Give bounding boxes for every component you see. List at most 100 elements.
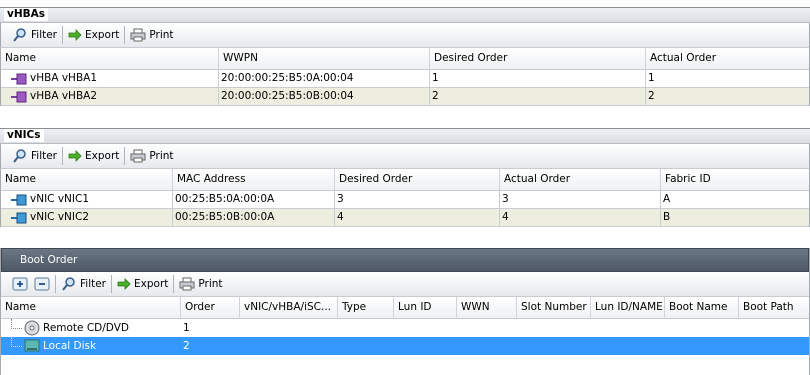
vnic-mac-address: 00:25:B5:0B:00:0A [173, 209, 335, 226]
boot-item-name: Remote CD/DVD [43, 322, 129, 334]
vnics-filter-button[interactable]: Filter [9, 146, 60, 166]
toolbar-separator [111, 275, 113, 293]
column-header-boot-path[interactable]: Boot Path [739, 297, 809, 318]
boot-order-panel: Boot Order Filter Export Print Name Orde… [0, 248, 810, 375]
boot-order-toolbar: Filter Export Print [1, 272, 809, 297]
vnic-icon [11, 212, 27, 223]
column-header-fabric-id[interactable]: Fabric ID [661, 169, 809, 190]
vhbas-filter-button[interactable]: Filter [9, 25, 60, 45]
boot-filter-label: Filter [80, 278, 107, 290]
table-row[interactable]: vNIC vNIC1 00:25:B5:0A:00:0A 3 3 A [1, 191, 809, 209]
column-header-slot-number[interactable]: Slot Number [517, 297, 591, 318]
column-header-type[interactable]: Type [338, 297, 394, 318]
boot-order-header: Boot Order [1, 248, 809, 272]
tree-connector [11, 319, 22, 329]
vnics-print-button[interactable]: Print [127, 146, 176, 166]
boot-print-label: Print [198, 278, 223, 290]
vhba-icon [11, 91, 27, 102]
tree-connector [11, 337, 22, 347]
vnic-fabric-id: A [663, 193, 671, 205]
column-header-vnic-vhba-iscsi[interactable]: vNIC/vHBA/iSC... [240, 297, 338, 318]
column-header-wwpn[interactable]: WWPN [219, 48, 430, 69]
vnic-actual-order: 3 [500, 191, 661, 208]
vhba-desired-order: 1 [430, 70, 646, 87]
vhba-actual-order: 2 [648, 90, 655, 102]
vnic-fabric-id: B [663, 211, 671, 223]
vnics-section-title: vNICs [4, 129, 44, 142]
column-header-wwn[interactable]: WWN [457, 297, 517, 318]
vhba-name: vHBA vHBA2 [30, 90, 98, 102]
toolbar-separator [173, 275, 175, 293]
minus-icon [34, 277, 50, 291]
column-header-mac-address[interactable]: MAC Address [173, 169, 335, 190]
vnics-export-label: Export [85, 150, 120, 162]
filter-icon [13, 149, 26, 163]
vhbas-table-header: Name WWPN Desired Order Actual Order [1, 48, 809, 70]
boot-print-button[interactable]: Print [176, 274, 225, 294]
boot-filter-button[interactable]: Filter [58, 274, 109, 294]
boot-order-row-selected[interactable]: Local Disk 2 [1, 337, 809, 355]
boot-item-order: 2 [183, 340, 190, 352]
remove-button[interactable] [31, 274, 53, 294]
vhba-icon [11, 73, 27, 84]
column-header-actual-order[interactable]: Actual Order [646, 48, 809, 69]
table-row[interactable]: vHBA vHBA2 20:00:00:25:B5:0B:00:04 2 2 [1, 88, 809, 106]
column-header-boot-name[interactable]: Boot Name [665, 297, 739, 318]
vhba-desired-order: 2 [430, 88, 646, 105]
toolbar-separator [124, 26, 126, 44]
vhbas-export-button[interactable]: Export [65, 25, 122, 45]
disk-icon [24, 339, 40, 352]
toolbar-separator [62, 147, 64, 165]
column-header-lun-id[interactable]: Lun ID [394, 297, 457, 318]
vnics-section-header: vNICs [0, 128, 810, 144]
vnic-name: vNIC vNIC2 [30, 211, 90, 223]
boot-export-label: Export [134, 278, 169, 290]
vnics-export-button[interactable]: Export [65, 146, 122, 166]
boot-order-table-header: Name Order vNIC/vHBA/iSC... Type Lun ID … [1, 297, 809, 319]
column-header-desired-order[interactable]: Desired Order [335, 169, 500, 190]
vnics-toolbar: Filter Export Print [0, 144, 810, 169]
filter-icon [62, 277, 75, 291]
printer-icon [130, 149, 146, 163]
vhbas-section-title: vHBAs [4, 8, 49, 21]
vnic-icon [11, 194, 27, 205]
column-header-desired-order[interactable]: Desired Order [430, 48, 646, 69]
vnic-name: vNIC vNIC1 [30, 193, 90, 205]
table-row[interactable]: vNIC vNIC2 00:25:B5:0B:00:0A 4 4 B [1, 209, 809, 227]
vhba-wwpn: 20:00:00:25:B5:0A:00:04 [219, 70, 430, 87]
vnics-filter-label: Filter [31, 150, 58, 162]
column-header-actual-order[interactable]: Actual Order [500, 169, 661, 190]
vhba-actual-order: 1 [648, 72, 655, 84]
vhbas-table: Name WWPN Desired Order Actual Order vHB… [0, 48, 810, 106]
add-button[interactable] [9, 274, 31, 294]
printer-icon [179, 277, 195, 291]
vnics-table: Name MAC Address Desired Order Actual Or… [0, 169, 810, 227]
vnic-desired-order: 4 [335, 209, 500, 226]
vhbas-panel: vHBAs Filter Export Print Name WWPN Desi… [0, 7, 810, 106]
vnics-print-label: Print [149, 150, 174, 162]
column-header-order[interactable]: Order [181, 297, 240, 318]
boot-order-title: Boot Order [20, 254, 78, 266]
boot-export-button[interactable]: Export [114, 274, 171, 294]
vnics-table-header: Name MAC Address Desired Order Actual Or… [1, 169, 809, 191]
filter-icon [13, 28, 26, 42]
boot-item-name: Local Disk [43, 340, 97, 352]
column-header-name[interactable]: Name [1, 48, 219, 69]
vnic-actual-order: 4 [500, 209, 661, 226]
toolbar-separator [124, 147, 126, 165]
vhbas-print-label: Print [149, 29, 174, 41]
printer-icon [130, 28, 146, 42]
export-arrow-icon [68, 29, 82, 41]
vhbas-filter-label: Filter [31, 29, 58, 41]
vhbas-toolbar: Filter Export Print [0, 23, 810, 48]
column-header-name[interactable]: Name [1, 169, 173, 190]
column-header-name[interactable]: Name [1, 297, 181, 318]
column-header-lun-id-name[interactable]: Lun ID/NAME [591, 297, 665, 318]
table-row[interactable]: vHBA vHBA1 20:00:00:25:B5:0A:00:04 1 1 [1, 70, 809, 88]
vnic-mac-address: 00:25:B5:0A:00:0A [173, 191, 335, 208]
boot-order-row[interactable]: Remote CD/DVD 1 [1, 319, 809, 337]
vhba-name: vHBA vHBA1 [30, 72, 98, 84]
vhbas-export-label: Export [85, 29, 120, 41]
vhbas-print-button[interactable]: Print [127, 25, 176, 45]
boot-item-order: 1 [183, 322, 190, 334]
